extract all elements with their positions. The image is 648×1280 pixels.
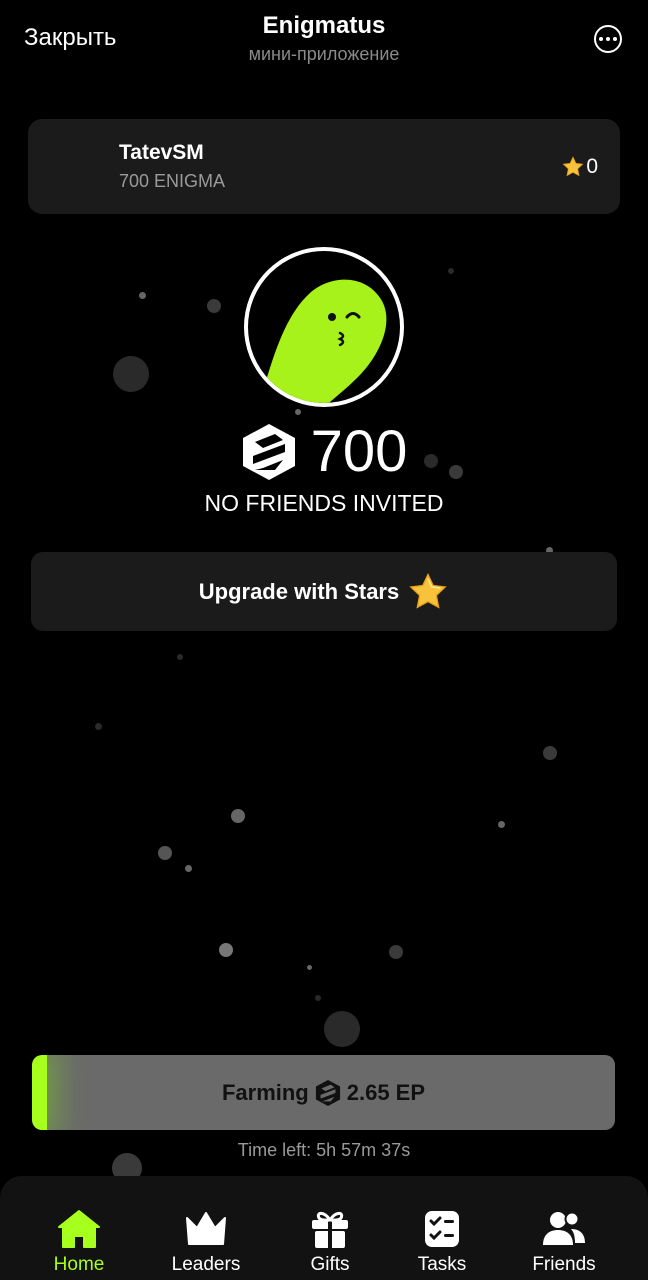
- nav-item-friends[interactable]: Friends: [504, 1176, 624, 1280]
- farming-label: Farming: [221, 1079, 309, 1105]
- farming-content: Farming 2.65 EP: [32, 1055, 615, 1130]
- enigma-logo-icon: [242, 424, 295, 480]
- star-icon: [409, 572, 447, 609]
- farming-button[interactable]: Farming 2.65 EP: [32, 1055, 615, 1130]
- crown-icon: [186, 1212, 226, 1245]
- nav-label-tasks: Tasks: [417, 1254, 467, 1275]
- more-dot-icon: [599, 37, 603, 41]
- profile-card[interactable]: TatevSM 700 ENIGMA 0: [28, 119, 620, 214]
- upgrade-label: Upgrade with Stars: [198, 578, 400, 604]
- app-header: Закрыть Enigmatus мини-приложение: [0, 0, 648, 90]
- star-icon: [562, 156, 584, 177]
- upgrade-with-stars-button[interactable]: Upgrade with Stars: [31, 552, 617, 631]
- ghost-mascot-icon: [254, 279, 387, 403]
- nav-label-home: Home: [53, 1254, 105, 1275]
- score-display: 700: [0, 420, 648, 484]
- nav-label-gifts: Gifts: [310, 1254, 350, 1275]
- enigma-logo-icon: [315, 1079, 340, 1106]
- farming-rate: 2.65 EP: [346, 1079, 426, 1105]
- home-icon: [58, 1210, 100, 1248]
- more-options-button[interactable]: [594, 25, 622, 53]
- stars-counter: 0: [562, 155, 598, 179]
- gift-icon: [312, 1211, 348, 1248]
- tasks-icon: [425, 1211, 459, 1247]
- nav-label-friends: Friends: [532, 1254, 596, 1275]
- nav-item-gifts[interactable]: Gifts: [270, 1176, 390, 1280]
- avatar: [244, 247, 404, 407]
- app-title: Enigmatus: [262, 12, 386, 39]
- nav-item-leaders[interactable]: Leaders: [146, 1176, 266, 1280]
- nav-label-leaders: Leaders: [171, 1254, 241, 1275]
- more-dot-icon: [613, 37, 617, 41]
- nav-item-tasks[interactable]: Tasks: [382, 1176, 502, 1280]
- bottom-nav: Home Leaders Gifts Tasks Friends: [0, 1176, 648, 1280]
- score-value: 700: [310, 419, 408, 484]
- friends-icon: [543, 1211, 585, 1245]
- friends-status: NO FRIENDS INVITED: [204, 490, 444, 516]
- username: TatevSM: [119, 141, 204, 164]
- more-dot-icon: [606, 37, 610, 41]
- nav-item-home[interactable]: Home: [19, 1176, 139, 1280]
- stars-count: 0: [586, 155, 598, 178]
- app-subtitle: мини-приложение: [248, 44, 400, 64]
- farming-time-left: Time left: 5h 57m 37s: [237, 1140, 411, 1160]
- user-balance: 700 ENIGMA: [119, 171, 226, 191]
